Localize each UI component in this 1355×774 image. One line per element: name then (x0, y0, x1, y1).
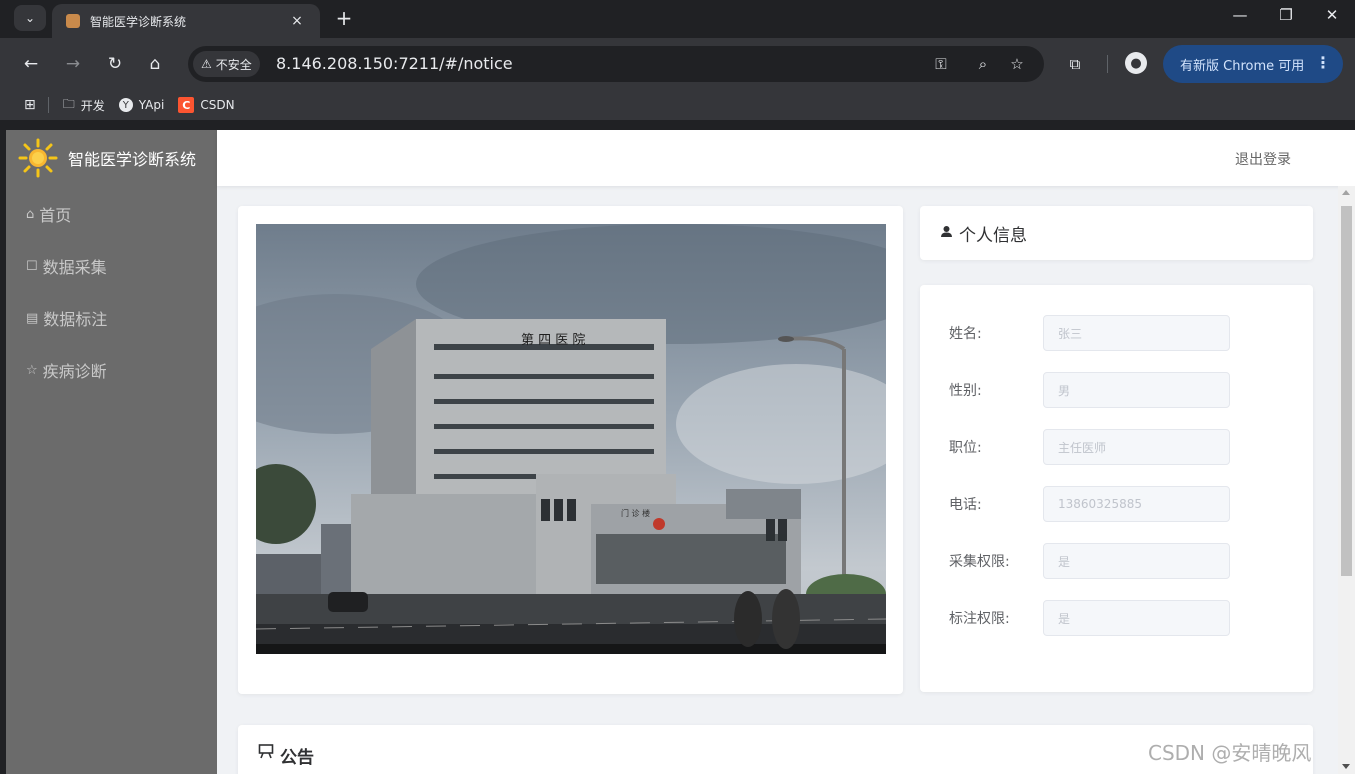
hospital-photo: 第 四 医 院 门 诊 楼 (256, 224, 886, 654)
folder-icon: 🗀 (62, 96, 75, 111)
field-label: 性别: (949, 383, 982, 399)
field-label: 电话: (949, 497, 982, 513)
top-header: 退出登录 (217, 130, 1355, 186)
sidebar-item-home[interactable]: ⌂ 首页 (6, 188, 217, 240)
page-scrollbar[interactable] (1338, 186, 1355, 774)
tab-search-button[interactable]: ⌄ (14, 5, 46, 31)
bookmark-dev-folder[interactable]: 🗀 开发 (63, 95, 105, 116)
more-vert-icon[interactable]: ⋮ (1315, 53, 1331, 72)
field-row-name: 姓名: (949, 314, 1230, 352)
sidebar-item-label: 首页 (39, 206, 72, 225)
key-icon[interactable]: ⚿ (930, 53, 952, 75)
chevron-down-icon: ⌄ (24, 11, 36, 25)
collect-icon: ☐ (26, 258, 38, 274)
scroll-down-arrow-icon[interactable] (1342, 764, 1350, 769)
forward-arrow-icon[interactable]: → (60, 51, 86, 77)
tab-title: 智能医学诊断系统 (90, 14, 187, 29)
update-chrome-button[interactable]: 有新版 Chrome 可用 ⋮ (1163, 45, 1343, 83)
presentation-board-icon (258, 743, 274, 763)
apps-grid-icon[interactable]: ⊞ (24, 97, 36, 113)
reload-icon[interactable]: ↻ (102, 51, 128, 77)
gender-field[interactable] (1043, 372, 1230, 408)
field-label: 标注权限: (949, 611, 1010, 627)
profile-avatar-icon[interactable]: ● (1125, 52, 1147, 74)
security-label: 不安全 (215, 57, 252, 72)
sun-logo-icon (18, 138, 58, 178)
profile-title: 个人信息 (959, 225, 1027, 246)
field-row-phone: 电话: (949, 485, 1230, 523)
star-icon: ☆ (26, 362, 38, 378)
new-tab-button[interactable]: + (330, 4, 358, 32)
star-bookmark-icon[interactable]: ☆ (1006, 53, 1028, 75)
sidebar-item-data-annotation[interactable]: ▤ 数据标注 (6, 292, 217, 344)
tab-close-icon[interactable]: × (284, 13, 310, 29)
sidebar-item-data-collection[interactable]: ☐ 数据采集 (6, 240, 217, 292)
logout-link[interactable]: 退出登录 (1235, 149, 1291, 169)
annotate-permission-field[interactable] (1043, 600, 1230, 636)
restore-icon[interactable]: ❐ (1263, 0, 1309, 30)
clinic-sign: 门 诊 楼 (621, 508, 650, 518)
logo[interactable]: 智能医学诊断系统 (6, 130, 217, 186)
extensions-icon[interactable]: ⧉ (1062, 51, 1088, 77)
warning-triangle-icon: ⚠ (201, 57, 212, 71)
sidebar-item-label: 数据标注 (43, 310, 108, 329)
bear-favicon-icon (66, 14, 80, 28)
logo-title: 智能医学诊断系统 (68, 150, 197, 169)
csdn-icon: C (178, 97, 195, 113)
field-row-gender: 性别: (949, 371, 1230, 409)
user-icon (940, 225, 953, 242)
browser-tab-strip: ⌄ 智能医学诊断系统 × + — ❐ ✕ (0, 0, 1355, 38)
collect-permission-field[interactable] (1043, 543, 1230, 579)
bookmark-yapi[interactable]: Y YApi (118, 98, 165, 112)
scroll-up-arrow-icon[interactable] (1342, 190, 1350, 195)
page-viewport: 智能医学诊断系统 ⌂ 首页 ☐ 数据采集 ▤ 数据标注 ☆ 疾病诊断 退出登录 (6, 130, 1355, 774)
browser-toolbar: ← → ↻ ⌂ ⚠ 不安全 8.146.208.150:7211/#/notic… (0, 38, 1355, 90)
bookmarks-bar: ⊞ 🗀 开发 Y YApi C CSDN (0, 90, 1355, 120)
field-label: 采集权限: (949, 554, 1010, 570)
sidebar-item-label: 数据采集 (42, 258, 107, 277)
security-chip[interactable]: ⚠ 不安全 (193, 51, 260, 77)
home-button-icon[interactable]: ⌂ (142, 51, 168, 77)
position-field[interactable] (1043, 429, 1230, 465)
address-bar[interactable]: ⚠ 不安全 8.146.208.150:7211/#/notice ⚿ ⌕ ☆ (188, 46, 1044, 82)
field-row-annotate-permission: 标注权限: (949, 599, 1230, 637)
name-field[interactable] (1043, 315, 1230, 351)
sidebar: 智能医学诊断系统 ⌂ 首页 ☐ 数据采集 ▤ 数据标注 ☆ 疾病诊断 (6, 130, 217, 774)
sidebar-item-label: 疾病诊断 (42, 362, 107, 381)
field-label: 职位: (949, 440, 982, 456)
bookmark-label: 开发 (80, 98, 105, 113)
minimize-icon[interactable]: — (1217, 0, 1263, 30)
phone-field[interactable] (1043, 486, 1230, 522)
field-label: 姓名: (949, 326, 982, 342)
field-row-position: 职位: (949, 428, 1230, 466)
close-window-icon[interactable]: ✕ (1309, 0, 1355, 30)
sidebar-item-diagnosis[interactable]: ☆ 疾病诊断 (6, 344, 217, 396)
update-chrome-label: 有新版 Chrome 可用 (1180, 58, 1305, 74)
bookmark-label: YApi (138, 98, 165, 112)
window-controls: — ❐ ✕ (1217, 0, 1355, 30)
url-text[interactable]: 8.146.208.150:7211/#/notice (276, 54, 513, 73)
profile-form-card: 姓名: 性别: 职位: 电话: 采集权限: 标注权限: (920, 285, 1313, 692)
field-row-collect-permission: 采集权限: (949, 542, 1230, 580)
bookmarks-divider (47, 97, 49, 113)
hospital-sign: 第 四 医 院 (521, 333, 585, 348)
scrollbar-thumb[interactable] (1341, 206, 1352, 576)
zoom-icon[interactable]: ⌕ (972, 53, 994, 75)
notice-title: 公告 (280, 748, 314, 768)
csdn-watermark: CSDN @安晴晚风 (1148, 741, 1312, 765)
toolbar-divider (1107, 55, 1108, 73)
browser-tab[interactable]: 智能医学诊断系统 × (52, 4, 320, 38)
hospital-photo-card: 第 四 医 院 门 诊 楼 (238, 206, 903, 694)
annotate-icon: ▤ (26, 310, 39, 326)
bookmark-label: CSDN (200, 98, 235, 112)
sidebar-menu: ⌂ 首页 ☐ 数据采集 ▤ 数据标注 ☆ 疾病诊断 (6, 188, 217, 396)
home-icon: ⌂ (26, 206, 35, 222)
yapi-icon: Y (118, 98, 133, 112)
bookmark-csdn[interactable]: C CSDN (178, 97, 235, 113)
profile-header-card: 个人信息 (920, 206, 1313, 260)
back-arrow-icon[interactable]: ← (18, 51, 44, 77)
